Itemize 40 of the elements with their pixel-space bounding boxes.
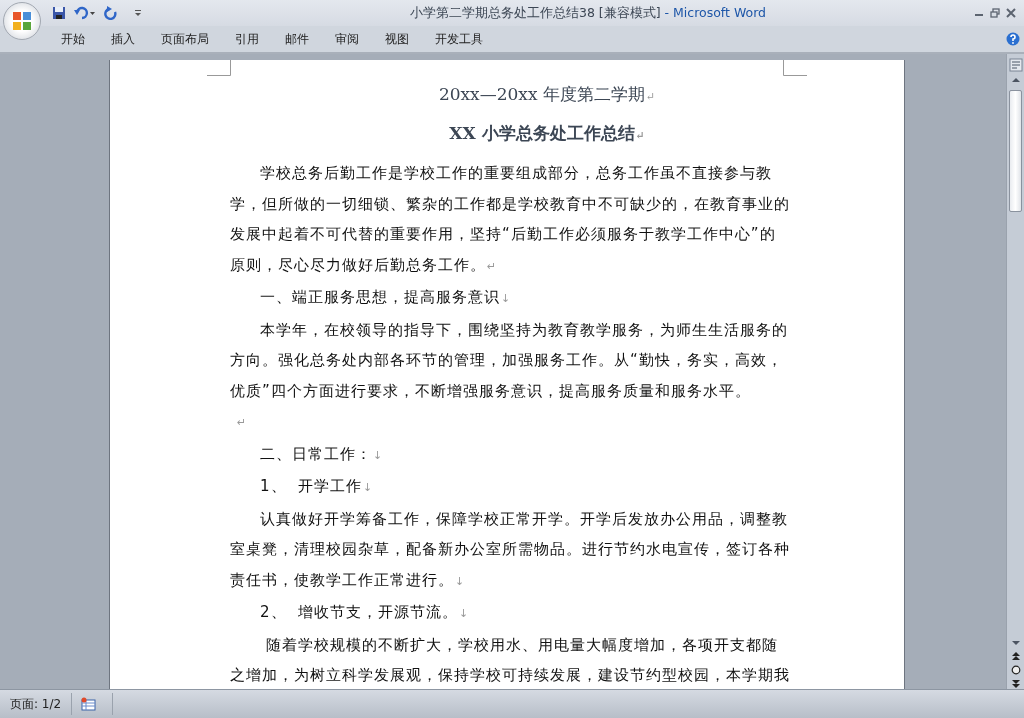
paragraph: 1、 开学工作↓ xyxy=(259,476,375,497)
ribbon-tab[interactable]: 页面布局 xyxy=(148,30,222,48)
paragraph: ↵ xyxy=(236,415,249,431)
customize-arrow-icon[interactable] xyxy=(134,9,142,17)
ribbon-tab[interactable]: 视图 xyxy=(372,30,422,48)
office-logo-icon xyxy=(11,10,33,32)
margin-corner-icon xyxy=(783,60,807,76)
ribbon-tab[interactable]: 邮件 xyxy=(272,30,322,48)
paragraph: 本学年，在校领导的指导下，围绕坚持为教育教学服务，为师生生活服务的 方向。强化总务处内部各环节的管理，加强服务工作。从“勤快，务实，高效， 优质”四个方面进行要求，不断增强服务意识，提高服务质量和服务水平。 xyxy=(230,319,789,402)
ribbon-tab[interactable]: 审阅 xyxy=(322,30,372,48)
ribbon-tab[interactable]: 开发工具 xyxy=(422,30,496,48)
paragraph: 二、日常工作：↓ xyxy=(259,443,385,465)
scroll-up-icon[interactable] xyxy=(1010,76,1021,84)
scroll-thumb[interactable] xyxy=(1009,90,1022,212)
paragraph: XX 小学总务处工作总结↵ xyxy=(448,122,646,145)
office-button[interactable] xyxy=(3,2,41,40)
restore-icon[interactable] xyxy=(990,8,1000,18)
margin-corner-icon xyxy=(207,60,231,76)
help-icon[interactable] xyxy=(1006,32,1020,46)
paragraph: 2、 增收节支，开源节流。↓ xyxy=(259,602,471,623)
paragraph: 学校总务后勤工作是学校工作的重要组成部分，总务工作虽不直接参与教 学，但所做的一切细锁、繁杂的工作都是学校教育中不可缺少的，在教育事业的 发展中起着不可代替的重要作用，坚持“后勤工作必须服务于教学工作中心”的 原则，尽心尽力做好后勤总务工作。↵ xyxy=(230,163,791,276)
ribbon-tab[interactable]: 开始 xyxy=(48,30,98,48)
paragraph: 20xx—20xx 年度第二学期↵ xyxy=(437,83,657,106)
save-icon[interactable] xyxy=(52,6,66,20)
close-icon[interactable] xyxy=(1006,8,1016,18)
ribbon-tab[interactable]: 引用 xyxy=(222,30,272,48)
paragraph: 一、端正服务思想，提高服务意识↓ xyxy=(259,287,513,308)
proofing-icon[interactable] xyxy=(80,697,97,711)
app-name: - Microsoft Word xyxy=(663,4,767,20)
scroll-down-icon[interactable] xyxy=(1010,639,1021,647)
ribbon-tab[interactable]: 插入 xyxy=(98,30,148,48)
paragraph: 认真做好开学筹备工作，保障学校正常开学。开学后发放办公用品，调整教 室桌凳，清理校园杂草，配备新办公室所需物品。进行节约水电宣传，签订各种 责任书，使教学工作正常进行。↓ xyxy=(230,508,791,591)
undo-icon[interactable] xyxy=(74,6,96,20)
browse-object-icon[interactable] xyxy=(1010,665,1021,675)
page-count[interactable]: 页面: 1/2 xyxy=(0,693,73,715)
window-title: 小学第二学期总务处工作总结38 [兼容模式] xyxy=(409,4,661,20)
paragraph: 随着学校规模的不断扩大，学校用水、用电量大幅度增加，各项开支都随 之增加，为树立科学发展观，保持学校可持续发展，建设节约型校园，本学期我 xyxy=(230,634,791,686)
previous-page-icon[interactable] xyxy=(1010,651,1021,661)
redo-icon[interactable] xyxy=(104,6,118,20)
ruler-toggle-icon[interactable] xyxy=(1008,58,1023,72)
